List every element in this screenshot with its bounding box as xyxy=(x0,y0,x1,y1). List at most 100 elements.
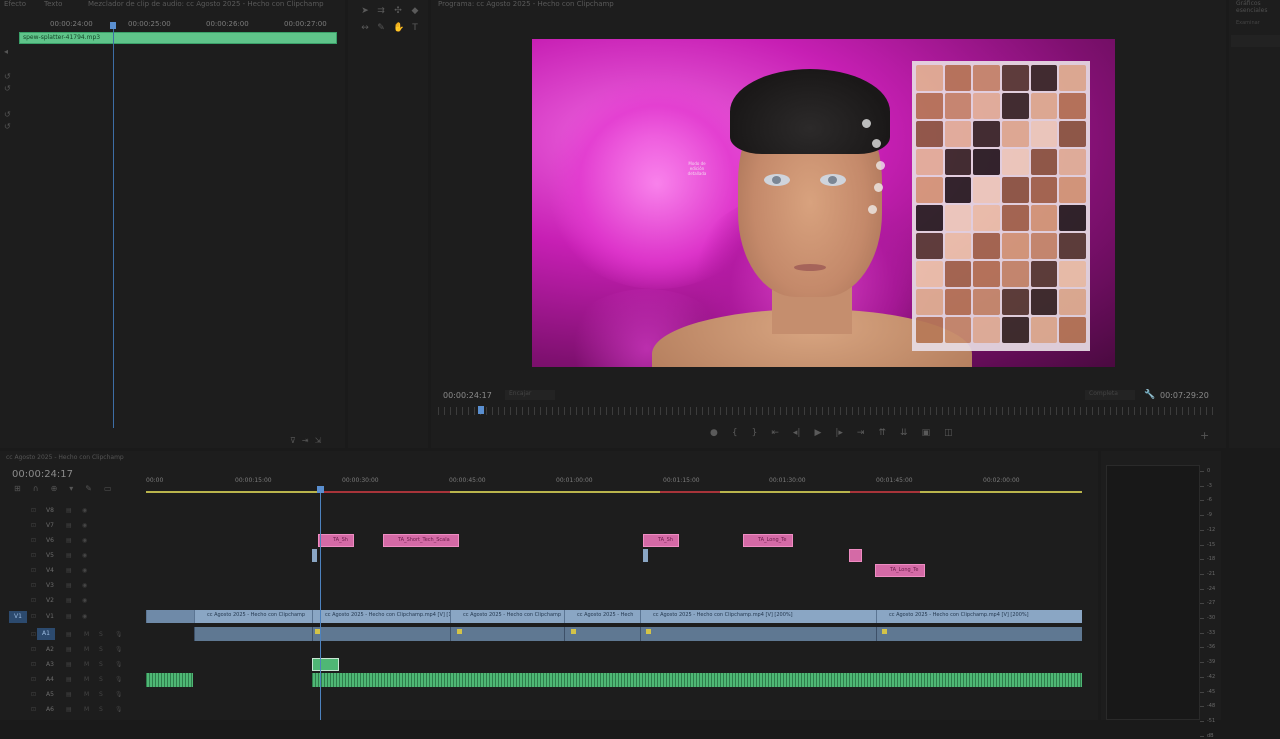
mute-icon[interactable]: M xyxy=(84,661,89,668)
cas-preset-thumbnail[interactable] xyxy=(973,233,1000,259)
video-clip[interactable] xyxy=(146,610,194,623)
pen-tool-icon[interactable]: ✎ xyxy=(376,23,386,33)
slip-tool-icon[interactable]: ↔ xyxy=(360,23,370,33)
timeline-playhead[interactable] xyxy=(320,486,321,720)
cas-preset-thumbnail[interactable] xyxy=(944,177,972,203)
mute-icon[interactable]: M xyxy=(84,646,89,653)
cas-preset-thumbnail[interactable] xyxy=(916,121,943,147)
hand-tool-icon[interactable]: ✋ xyxy=(393,23,404,33)
lock-icon[interactable]: ⊡ xyxy=(31,567,36,574)
sync-lock-icon[interactable]: ▤ xyxy=(66,597,72,604)
video-clip[interactable]: cc Agosto 2025 - Hecho con Clipchamp.mp4… xyxy=(640,610,876,623)
cas-preset-thumbnail[interactable] xyxy=(973,65,1000,91)
source-time-ruler[interactable]: 00:00:24:00 00:00:25:00 00:00:26:00 00:0… xyxy=(18,17,343,31)
solo-icon[interactable]: S xyxy=(99,631,103,638)
solo-icon[interactable]: S xyxy=(99,706,103,713)
program-scrub-bar[interactable] xyxy=(438,407,1218,415)
cas-preset-thumbnail[interactable] xyxy=(944,121,972,147)
step-back-icon[interactable]: ◂| xyxy=(793,428,801,438)
track-header-v2[interactable]: ⊡ V2 ▤ ◉ xyxy=(0,594,145,608)
video-clip-small[interactable] xyxy=(312,549,317,562)
cas-preset-thumbnail[interactable] xyxy=(1030,233,1058,259)
tab-effects[interactable]: Efecto xyxy=(4,0,26,8)
cas-preset-thumbnail[interactable] xyxy=(1030,261,1058,287)
track-header-v6[interactable]: ⊡ V6 ▤ ◉ xyxy=(0,534,145,548)
graphic-clip[interactable]: TA_Long_Te xyxy=(875,564,925,577)
search-input[interactable] xyxy=(1231,35,1280,47)
cas-preset-thumbnail[interactable] xyxy=(1030,65,1058,91)
eye-icon[interactable]: ◉ xyxy=(82,522,87,529)
cas-preset-thumbnail[interactable] xyxy=(916,317,943,343)
lock-icon[interactable]: ⊡ xyxy=(31,676,36,683)
sync-lock-icon[interactable]: ▤ xyxy=(66,706,72,713)
button-editor-plus-icon[interactable]: + xyxy=(1200,429,1209,442)
cas-preset-thumbnail[interactable] xyxy=(1059,93,1086,119)
sync-lock-icon[interactable]: ▤ xyxy=(66,582,72,589)
cas-preset-thumbnail[interactable] xyxy=(916,233,943,259)
track-header-a3[interactable]: ⊡ A3 ▤ M S 🎙 xyxy=(0,658,145,672)
cas-preset-thumbnail[interactable] xyxy=(1030,317,1058,343)
lock-icon[interactable]: ⊡ xyxy=(31,582,36,589)
cas-preset-thumbnail[interactable] xyxy=(916,289,943,315)
extract-icon[interactable]: ⇊ xyxy=(900,428,908,438)
wrench-icon[interactable]: 🔧 xyxy=(1144,390,1155,400)
lock-icon[interactable]: ⊡ xyxy=(31,646,36,653)
audio-clip[interactable] xyxy=(640,627,876,641)
lock-icon[interactable]: ⊡ xyxy=(31,552,36,559)
cas-preset-thumbnail[interactable] xyxy=(944,65,972,91)
cas-preset-thumbnail[interactable] xyxy=(916,261,943,287)
cas-preset-thumbnail[interactable] xyxy=(944,261,972,287)
cas-preset-thumbnail[interactable] xyxy=(1059,177,1086,203)
lock-icon[interactable]: ⊡ xyxy=(31,507,36,514)
add-marker-icon[interactable]: ● xyxy=(710,428,718,438)
timeline-playhead-handle[interactable] xyxy=(317,486,324,493)
audio-clip[interactable] xyxy=(876,627,1082,641)
track-header-v4[interactable]: ⊡ V4 ▤ ◉ xyxy=(0,564,145,578)
lock-icon[interactable]: ⊡ xyxy=(31,537,36,544)
video-clip-small[interactable] xyxy=(643,549,648,562)
track-header-a5[interactable]: ⊡ A5 ▤ M S 🎙 xyxy=(0,688,145,702)
cas-preset-thumbnail[interactable] xyxy=(973,121,1000,147)
mute-icon[interactable]: M xyxy=(84,631,89,638)
video-clip[interactable]: cc Agosto 2025 - Hecho con Clipchamp.mp4… xyxy=(876,610,1082,623)
sync-lock-icon[interactable]: ▤ xyxy=(66,567,72,574)
cas-preset-thumbnail[interactable] xyxy=(1001,149,1029,175)
lift-icon[interactable]: ⇈ xyxy=(878,428,886,438)
audio-clip[interactable] xyxy=(194,627,312,641)
cas-preset-thumbnail[interactable] xyxy=(1001,65,1029,91)
solo-icon[interactable]: S xyxy=(99,691,103,698)
cas-preset-thumbnail[interactable] xyxy=(944,93,972,119)
type-tool-icon[interactable]: T xyxy=(410,23,420,33)
mute-icon[interactable]: M xyxy=(84,676,89,683)
zoom-level-select[interactable]: Encajar xyxy=(505,390,555,400)
video-clip[interactable]: cc Agosto 2025 - Hecho con Clipchamp xyxy=(194,610,312,623)
cas-preset-thumbnail[interactable] xyxy=(973,261,1000,287)
program-current-timecode[interactable]: 00:00:24:17 xyxy=(443,391,492,400)
audio-clip[interactable] xyxy=(450,627,564,641)
ripple-edit-tool-icon[interactable]: ✣ xyxy=(393,6,403,16)
mute-icon[interactable]: M xyxy=(84,691,89,698)
graphic-clip[interactable] xyxy=(849,549,862,562)
filter-icon[interactable]: ⊽ xyxy=(290,436,302,445)
track-header-a6[interactable]: ⊡ A6 ▤ M S 🎙 xyxy=(0,703,145,717)
go-to-in-icon[interactable]: ⇤ xyxy=(771,428,779,438)
graphic-clip[interactable]: TA_Long_Te xyxy=(743,534,793,547)
source-patch-v1[interactable]: V1 xyxy=(9,611,27,623)
microphone-icon[interactable]: 🎙 xyxy=(115,631,123,638)
go-to-out-icon[interactable]: ⇥ xyxy=(857,428,865,438)
timeline-timecode[interactable]: 00:00:24:17 xyxy=(12,469,73,480)
cas-preset-thumbnail[interactable] xyxy=(973,177,1000,203)
cas-preset-thumbnail[interactable] xyxy=(973,317,1000,343)
cas-preset-thumbnail[interactable] xyxy=(1030,149,1058,175)
cas-preset-thumbnail[interactable] xyxy=(1059,121,1086,147)
sync-lock-icon[interactable]: ▤ xyxy=(66,631,72,638)
cas-preset-thumbnail[interactable] xyxy=(1059,149,1086,175)
cas-preset-thumbnail[interactable] xyxy=(1001,121,1029,147)
solo-icon[interactable]: S xyxy=(99,676,103,683)
track-header-v5[interactable]: ⊡ V5 ▤ ◉ xyxy=(0,549,145,563)
eye-icon[interactable]: ◉ xyxy=(82,567,87,574)
lock-icon[interactable]: ⊡ xyxy=(31,522,36,529)
microphone-icon[interactable]: 🎙 xyxy=(115,676,123,683)
video-clip[interactable]: cc Agosto 2025 - Hecho con Clipchamp.mp4… xyxy=(312,610,452,623)
eye-icon[interactable]: ◉ xyxy=(82,552,87,559)
